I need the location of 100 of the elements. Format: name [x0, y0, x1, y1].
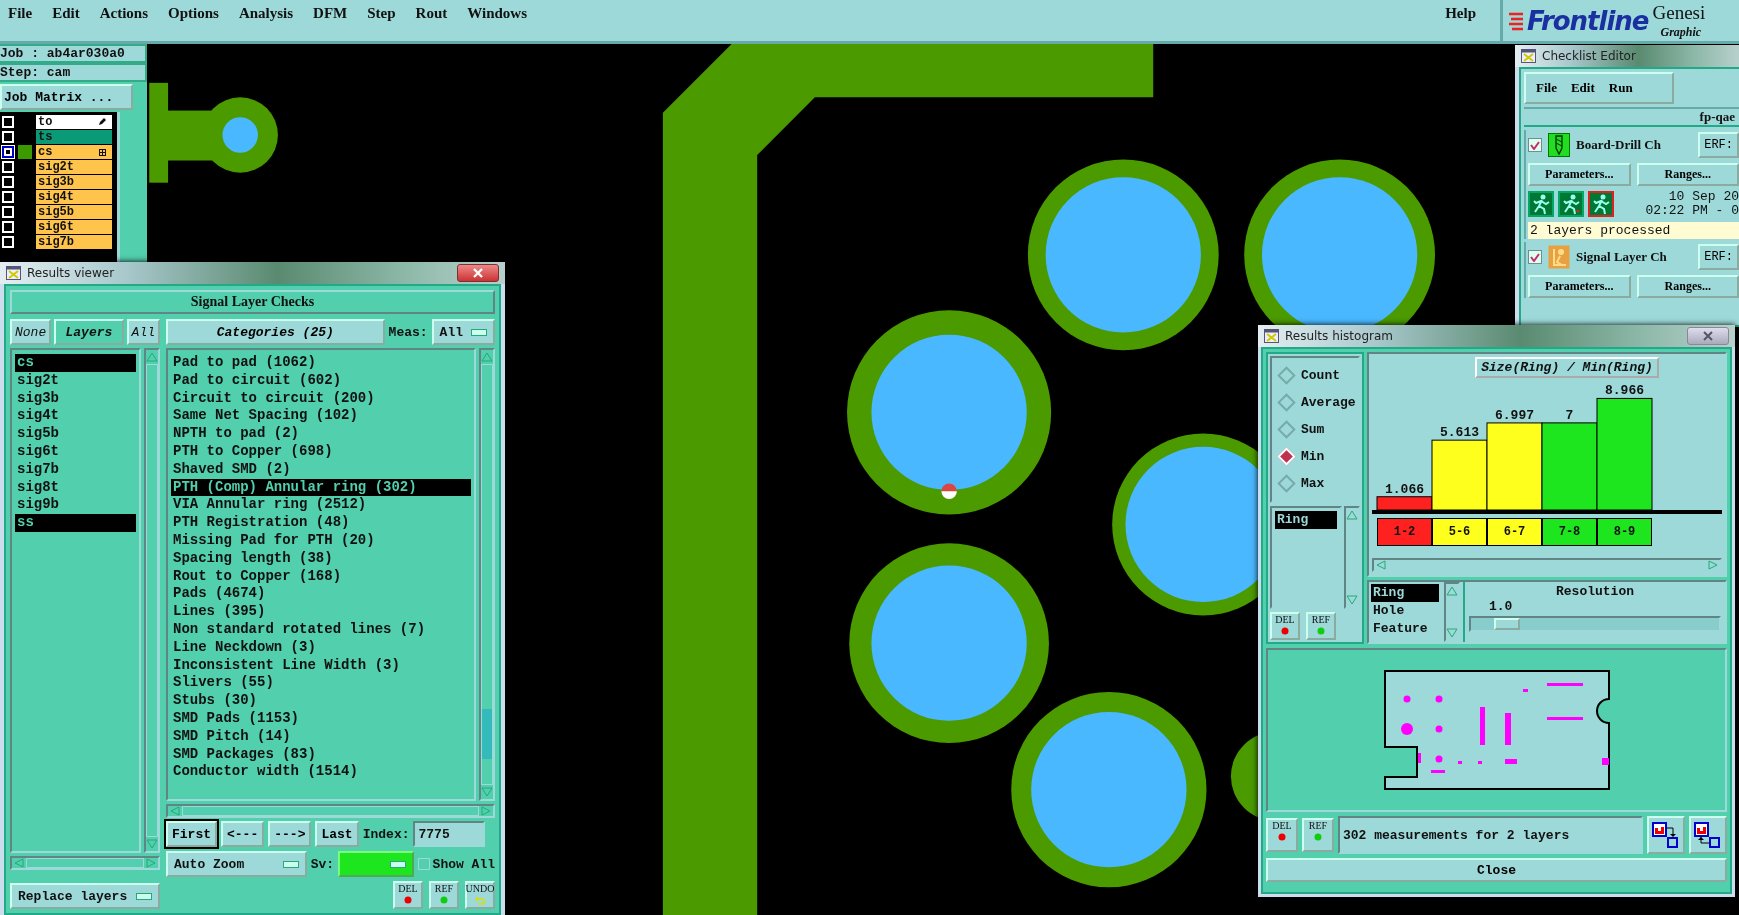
- category-item[interactable]: Non standard rotated lines (7): [171, 620, 471, 639]
- menu-item[interactable]: Step: [367, 5, 396, 22]
- scroll-right-arrow-icon[interactable]: [481, 806, 491, 816]
- scroll-right-arrow-icon[interactable]: [1708, 560, 1718, 570]
- scroll-left-arrow-icon[interactable]: [1376, 560, 1386, 570]
- layer-item[interactable]: sig6t: [15, 443, 136, 461]
- tool-button[interactable]: DEL: [393, 881, 423, 909]
- check-option-button[interactable]: Parameters...: [1528, 275, 1631, 298]
- category-item[interactable]: Pad to circuit (602): [171, 371, 471, 390]
- category-item[interactable]: Inconsistent Line Width (3): [171, 656, 471, 675]
- running-figure-icon[interactable]: [1588, 191, 1614, 217]
- menu-item[interactable]: Edit: [52, 5, 80, 22]
- tool-button[interactable]: DEL: [1270, 612, 1300, 640]
- running-figure-icon[interactable]: [1528, 191, 1554, 217]
- vertical-scrollbar[interactable]: [1344, 506, 1360, 609]
- mode-radio[interactable]: Sum: [1272, 416, 1358, 443]
- scroll-right-arrow-icon[interactable]: [146, 858, 156, 868]
- category-item[interactable]: Line Neckdown (3): [171, 638, 471, 657]
- menu-item[interactable]: Analysis: [238, 5, 294, 22]
- erf-button[interactable]: ERF:: [1698, 244, 1739, 270]
- category-item[interactable]: Shaved SMD (2): [171, 460, 471, 479]
- nav-button[interactable]: <---: [221, 821, 265, 847]
- vertical-scrollbar[interactable]: [479, 348, 495, 801]
- mode-radio[interactable]: Count: [1272, 362, 1358, 389]
- menu-item[interactable]: DFM: [313, 5, 348, 22]
- layer-item[interactable]: sig3b: [36, 175, 112, 189]
- layer-item[interactable]: sig7b: [36, 235, 112, 249]
- horizontal-scrollbar[interactable]: [10, 856, 160, 870]
- category-item[interactable]: Rout to Copper (168): [171, 567, 471, 586]
- histogram-bar[interactable]: [1376, 496, 1433, 511]
- category-item[interactable]: Missing Pad for PTH (20): [171, 531, 471, 550]
- horizontal-scrollbar[interactable]: [166, 804, 495, 818]
- erf-button[interactable]: ERF:: [1698, 132, 1739, 158]
- layer-item[interactable]: to: [36, 115, 112, 129]
- nav-button[interactable]: First: [166, 821, 217, 847]
- category-item[interactable]: Circuit to circuit (200): [171, 389, 471, 408]
- layer-item[interactable]: sig4t: [36, 190, 112, 204]
- nav-button[interactable]: --->: [268, 821, 312, 847]
- nav-button[interactable]: Last: [315, 821, 359, 847]
- tool-button[interactable]: UNDO: [465, 881, 495, 909]
- layer-item[interactable]: sig2t: [36, 160, 112, 174]
- slider-thumb[interactable]: [1493, 618, 1520, 630]
- vertical-scrollbar[interactable]: [144, 348, 160, 853]
- layer-item[interactable]: sig8t: [15, 478, 136, 497]
- histogram-bar[interactable]: [1486, 422, 1543, 511]
- layer-item[interactable]: ss: [15, 514, 136, 532]
- scroll-up-arrow-icon[interactable]: [1346, 510, 1358, 520]
- menu-item[interactable]: Rout: [415, 5, 448, 22]
- category-item[interactable]: Pad to pad (1062): [171, 354, 471, 372]
- check-option-button[interactable]: Ranges...: [1636, 275, 1739, 298]
- category-item[interactable]: Pads (4674): [171, 585, 471, 604]
- layer-item[interactable]: sig6t: [36, 220, 112, 234]
- scroll-down-arrow-icon[interactable]: [1346, 595, 1358, 605]
- category-item[interactable]: PTH to Copper (698): [171, 443, 471, 461]
- category-item[interactable]: NPTH to pad (2): [171, 425, 471, 443]
- layer-mode-dropdown[interactable]: Replace layers: [10, 883, 160, 909]
- checkbox[interactable]: [1528, 138, 1542, 152]
- category-item[interactable]: PTH (Comp) Annular ring (302): [171, 478, 471, 497]
- category-item[interactable]: SMD Packages (83): [171, 745, 471, 764]
- scroll-down-arrow-icon[interactable]: [146, 839, 158, 849]
- scroll-left-arrow-icon[interactable]: [14, 858, 24, 868]
- layer-item[interactable]: sig2t: [15, 371, 136, 390]
- running-figure-icon[interactable]: [1558, 191, 1584, 217]
- menu-item[interactable]: Help: [1445, 5, 1476, 22]
- layer-checkbox[interactable]: [2, 146, 14, 158]
- mode-radio[interactable]: Max: [1272, 470, 1358, 497]
- index-field[interactable]: 7775: [413, 821, 486, 847]
- category-item[interactable]: SMD Pads (1153): [171, 709, 471, 728]
- horizontal-scrollbar[interactable]: [1372, 558, 1722, 572]
- chart-arrow-button[interactable]: [1689, 816, 1727, 854]
- histogram-bar[interactable]: [1596, 397, 1653, 511]
- menu-item[interactable]: File: [1536, 80, 1557, 96]
- mode-radio[interactable]: Min: [1272, 443, 1358, 470]
- close-button[interactable]: [457, 264, 499, 282]
- categories-button[interactable]: Categories (25): [166, 319, 385, 345]
- scroll-left-arrow-icon[interactable]: [170, 806, 180, 816]
- category-item[interactable]: Same Net Spacing (102): [171, 407, 471, 426]
- check-option-button[interactable]: Ranges...: [1636, 163, 1739, 186]
- vertical-scrollbar[interactable]: [1444, 582, 1460, 642]
- category-item[interactable]: VIA Annular ring (2512): [171, 496, 471, 515]
- color-dropdown[interactable]: [338, 851, 414, 877]
- measure-item[interactable]: Ring: [1275, 511, 1337, 529]
- scroll-up-arrow-icon[interactable]: [481, 352, 493, 362]
- histogram-bar[interactable]: [1431, 439, 1488, 511]
- menu-item[interactable]: Run: [1608, 80, 1633, 96]
- feature-item[interactable]: Ring: [1371, 584, 1439, 602]
- scroll-down-arrow-icon[interactable]: [481, 787, 493, 797]
- tool-button[interactable]: REF: [1302, 818, 1334, 852]
- tool-button[interactable]: DEL: [1266, 818, 1298, 852]
- layer-item[interactable]: sig4t: [15, 407, 136, 426]
- close-button[interactable]: Close: [1266, 858, 1727, 882]
- layer-item[interactable]: sig5b: [15, 425, 136, 443]
- tool-button[interactable]: REF: [429, 881, 459, 909]
- category-item[interactable]: Stubs (30): [171, 692, 471, 710]
- histogram-bar[interactable]: [1541, 422, 1598, 511]
- layer-item[interactable]: sig9b: [15, 496, 136, 515]
- scroll-up-arrow-icon[interactable]: [1446, 586, 1458, 596]
- layer-item[interactable]: sig3b: [15, 389, 136, 408]
- chart-arrow-button[interactable]: [1647, 816, 1685, 854]
- menu-item[interactable]: Edit: [1570, 80, 1595, 96]
